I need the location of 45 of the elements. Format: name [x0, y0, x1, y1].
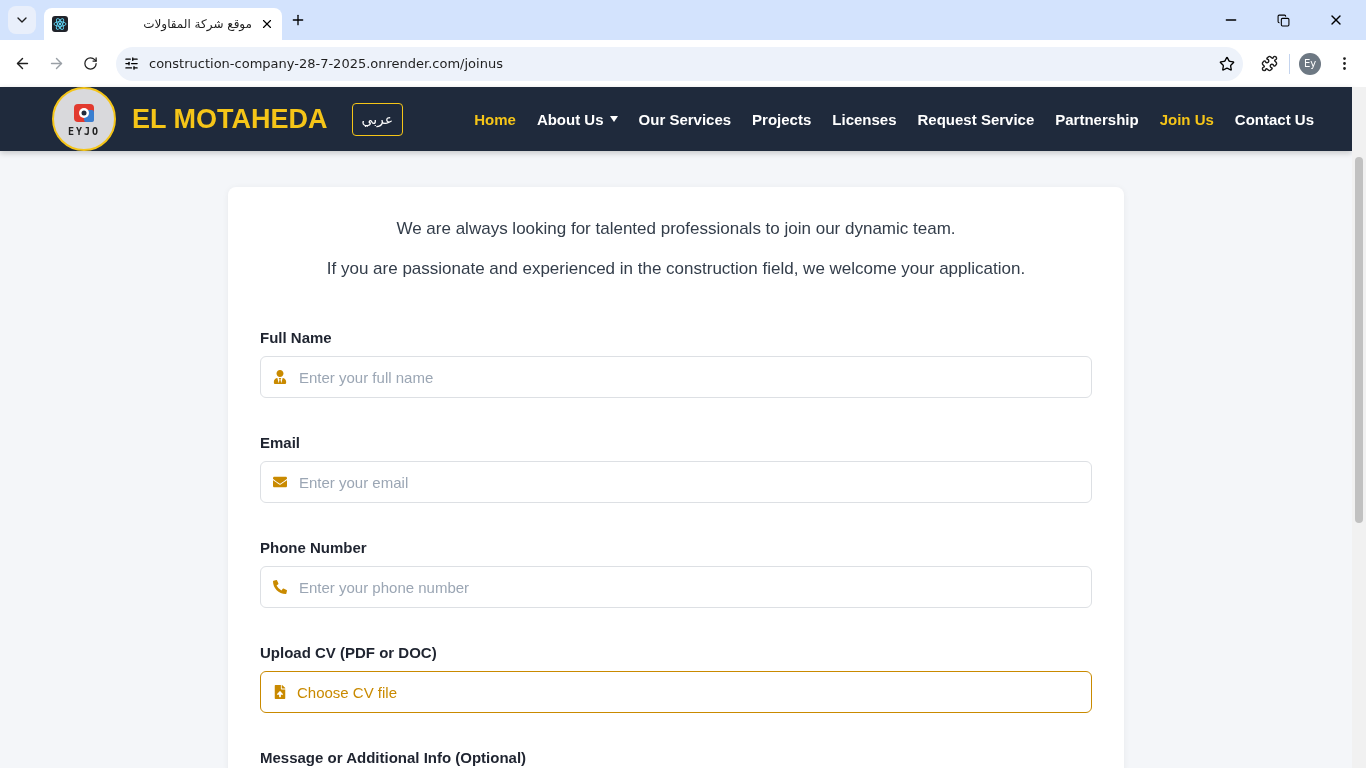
field-label: Message or Additional Info (Optional) [260, 749, 528, 766]
nav-link[interactable]: Projects [752, 110, 812, 128]
react-icon [52, 16, 68, 32]
logo[interactable]: EYJO [52, 87, 116, 151]
nav-link[interactable]: Home [474, 110, 516, 128]
intro-text: If you are passionate and experienced in the construction field, we welcome your application. [325, 259, 1027, 279]
close-tab-icon[interactable] [260, 17, 274, 31]
profile-avatar[interactable]: Ey [1299, 52, 1321, 75]
site-settings-icon[interactable] [124, 56, 139, 71]
tab-title: موقع شركة المقاولات [142, 17, 252, 31]
nav-link[interactable]: Join Us [1159, 110, 1214, 128]
url-text: construction-company-28-7-2025.onrender.com/joinus [149, 56, 504, 71]
user-icon [273, 370, 287, 384]
text-input[interactable]: Enter your phone number [297, 577, 1079, 597]
brand-name: EL MOTAHEDA [132, 103, 328, 135]
language-button[interactable]: عربي [351, 102, 404, 136]
reload-icon[interactable] [82, 56, 98, 71]
nav-link[interactable]: Contact Us [1234, 110, 1314, 128]
field-label: Email [260, 434, 302, 451]
file-upload-icon [273, 685, 287, 699]
text-input[interactable]: Enter your email [297, 472, 1079, 492]
scrollbar[interactable] [1352, 87, 1366, 768]
input-field[interactable]: Enter your phone number [260, 566, 1092, 608]
tab-list-button[interactable] [8, 6, 36, 34]
nav-link[interactable]: Request Service [917, 110, 1035, 128]
field-label: Phone Number [260, 539, 368, 556]
nav-link[interactable]: About Us [536, 110, 618, 128]
browser-tab[interactable]: موقع شركة المقاولات [44, 8, 282, 40]
extensions-icon[interactable] [1260, 55, 1278, 72]
nav-link[interactable]: Our Services [638, 110, 732, 128]
field-label: Full Name [260, 329, 333, 346]
envelope-icon [273, 475, 287, 489]
new-tab-icon[interactable] [290, 12, 306, 28]
phone-icon [273, 580, 287, 594]
restore-icon[interactable] [1277, 13, 1290, 27]
bookmark-star-icon[interactable] [1219, 55, 1235, 72]
nav-link[interactable]: Licenses [832, 110, 897, 128]
nav-link[interactable]: Partnership [1055, 110, 1139, 128]
intro-text: We are always looking for talented professionals to join our dynamic team. [395, 219, 957, 239]
text-input[interactable]: Enter your full name [297, 367, 1079, 387]
address-bar[interactable]: construction-company-28-7-2025.onrender.com/joinus [116, 46, 1243, 81]
logo-text: EYJO [67, 125, 101, 137]
input-field[interactable]: Enter your email [260, 461, 1092, 503]
input-field[interactable]: Enter your full name [260, 356, 1092, 398]
field-label: Upload CV (PDF or DOC) [260, 644, 438, 661]
